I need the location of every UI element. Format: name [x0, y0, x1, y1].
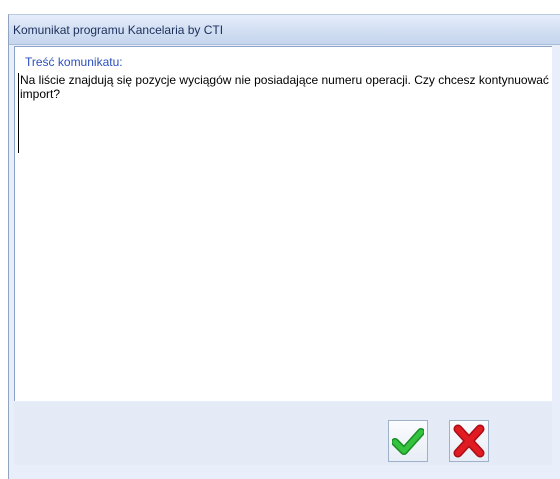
check-icon: [392, 428, 424, 455]
message-panel: Treść komunikatu: Na liście znajdują się…: [14, 46, 552, 401]
message-label: Treść komunikatu:: [25, 55, 123, 69]
x-icon: [453, 424, 485, 458]
confirm-button[interactable]: [388, 420, 428, 462]
message-text[interactable]: Na liście znajdują się pozycje wyciągów …: [18, 73, 550, 153]
title-bar[interactable]: Komunikat programu Kancelaria by CTI: [9, 15, 560, 45]
cancel-button[interactable]: [449, 420, 489, 462]
window-title: Komunikat programu Kancelaria by CTI: [13, 23, 224, 37]
